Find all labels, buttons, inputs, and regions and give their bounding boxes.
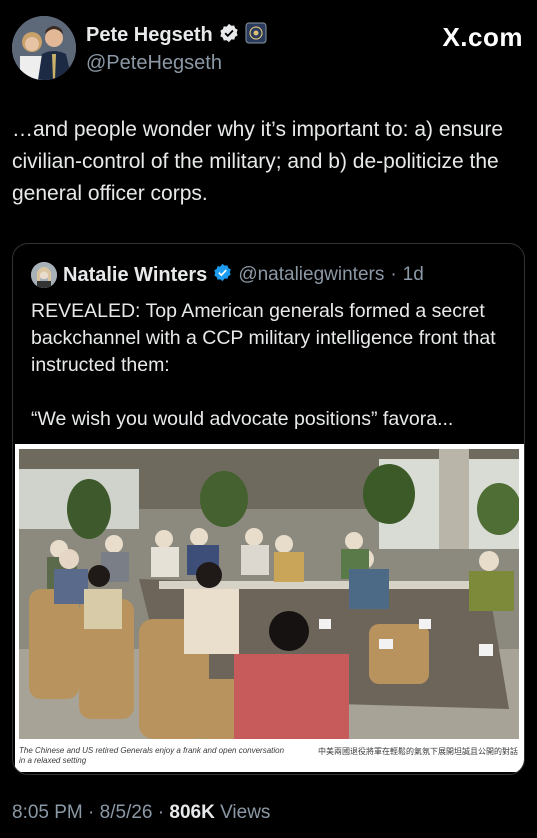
meta-separator: ·	[157, 802, 165, 823]
post-text: …and people wonder why it’s important to…	[12, 118, 504, 205]
quoted-text-paragraph: “We wish you would advocate positions” f…	[31, 408, 454, 430]
verified-badge-icon	[213, 263, 232, 287]
quoted-author-handle[interactable]: @nataliegwinters	[238, 264, 384, 286]
quoted-text-paragraph: REVEALED: Top American generals formed a…	[31, 300, 496, 376]
quoted-author-name[interactable]: Natalie Winters	[63, 264, 207, 287]
meta-separator: ·	[390, 264, 397, 285]
photo-caption-chinese: 中美兩國退役將軍在輕鬆的氣氛下展開坦誠且公開的對話	[318, 747, 518, 756]
photo-caption-english: The Chinese and US retired Generals enjo…	[19, 746, 285, 765]
author-avatar[interactable]	[12, 16, 76, 80]
quoted-author-avatar[interactable]	[31, 262, 57, 288]
author-name[interactable]: Pete Hegseth	[86, 24, 213, 47]
views-count[interactable]: 806K	[169, 802, 214, 823]
author-handle[interactable]: @PeteHegseth	[86, 52, 222, 75]
meeting-photo[interactable]	[19, 449, 519, 739]
post-time[interactable]: 8:05 PM	[12, 802, 83, 823]
quoted-post-text: REVEALED: Top American generals formed a…	[31, 298, 517, 433]
views-label: Views	[220, 802, 271, 823]
quoted-post-age[interactable]: 1d	[403, 264, 424, 286]
verified-badge-icon	[219, 23, 239, 48]
post-metadata: 8:05 PM · 8/5/26 · 806K Views	[12, 802, 270, 824]
meta-separator: ·	[88, 802, 95, 823]
quoted-post[interactable]: Natalie Winters @nataliegwinters · 1d RE…	[12, 243, 525, 775]
quoted-media[interactable]: The Chinese and US retired Generals enjo…	[15, 444, 524, 772]
government-affiliation-icon	[245, 22, 267, 49]
post-header: Pete Hegseth @PeteHegseth X.com	[12, 14, 525, 80]
brand-logo: X.com	[442, 22, 523, 52]
post-date[interactable]: 8/5/26	[100, 802, 153, 823]
